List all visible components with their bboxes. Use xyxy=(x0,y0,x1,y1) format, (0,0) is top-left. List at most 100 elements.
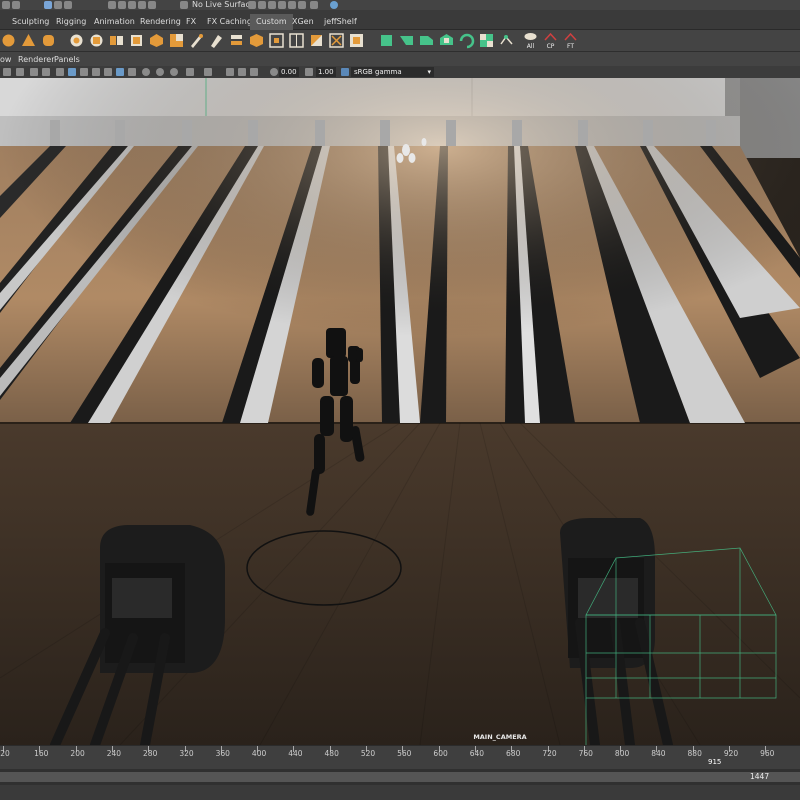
color-management-icon[interactable] xyxy=(341,68,349,76)
stack-shells-icon[interactable] xyxy=(228,32,245,49)
menu-renderer[interactable]: Renderer xyxy=(18,54,55,65)
axis-icon xyxy=(544,32,557,41)
motion-blur-icon[interactable] xyxy=(186,68,194,76)
menu-panels[interactable]: Panels xyxy=(54,54,80,65)
polygon-sphere-icon[interactable] xyxy=(0,32,17,49)
resolution-gate-icon[interactable] xyxy=(68,68,76,76)
paint-brush-icon[interactable] xyxy=(188,32,205,49)
wireframe-icon[interactable] xyxy=(116,68,124,76)
ambient-occlusion-icon[interactable] xyxy=(170,68,178,76)
light-all-button[interactable]: All xyxy=(522,32,539,50)
color-space-label: sRGB gamma xyxy=(354,68,402,76)
anti-alias-icon[interactable] xyxy=(204,68,212,76)
tab-sculpting[interactable]: Sculpting xyxy=(6,14,55,30)
ipr-icon[interactable] xyxy=(268,1,276,9)
light-cp-button[interactable]: CP xyxy=(542,32,559,50)
tab-rendering[interactable]: Rendering xyxy=(134,14,187,30)
color-space-dropdown[interactable]: sRGB gamma ▾ xyxy=(351,67,434,77)
camera-attributes-icon[interactable] xyxy=(3,68,11,76)
render-settings-icon[interactable] xyxy=(278,1,286,9)
camera-up-icon[interactable] xyxy=(418,32,435,49)
isolate-icon[interactable] xyxy=(226,68,234,76)
uv-layout-grid-icon[interactable] xyxy=(348,32,365,49)
grid-icon[interactable] xyxy=(42,68,50,76)
uv-grid-icon[interactable] xyxy=(168,32,185,49)
viewport-panel[interactable] xyxy=(0,78,800,745)
paint-select-icon[interactable] xyxy=(64,1,72,9)
shadows-icon[interactable] xyxy=(156,68,164,76)
selection-mask-icon[interactable] xyxy=(12,1,20,9)
timeline-tick-label: 200 xyxy=(70,749,85,758)
camera-tool-icon[interactable] xyxy=(378,32,395,49)
current-frame-indicator[interactable]: 915 xyxy=(708,758,721,766)
polygon-cone-icon[interactable] xyxy=(20,32,37,49)
select-tool-icon[interactable] xyxy=(44,1,52,9)
tab-animation[interactable]: Animation xyxy=(88,14,141,30)
film-gate-icon[interactable] xyxy=(56,68,64,76)
tab-rigging[interactable]: Rigging xyxy=(50,14,92,30)
uv-align-icon[interactable] xyxy=(288,32,305,49)
timeline-tick-label: 20 xyxy=(0,749,10,758)
safe-action-icon[interactable] xyxy=(104,68,112,76)
field-chart-icon[interactable] xyxy=(92,68,100,76)
gamma-icon[interactable] xyxy=(305,68,313,76)
range-end-field[interactable]: 1447 xyxy=(750,772,769,782)
tab-fx[interactable]: FX xyxy=(180,14,202,30)
uv-editor-icon[interactable] xyxy=(88,32,105,49)
range-track[interactable] xyxy=(0,772,800,782)
bookmark-icon[interactable] xyxy=(16,68,24,76)
hypershade-icon[interactable] xyxy=(288,1,296,9)
camera-name-label: MAIN_CAMERA xyxy=(473,733,527,741)
sync-icon[interactable] xyxy=(330,1,338,9)
bowling-scene xyxy=(0,78,800,745)
smooth-tool-icon[interactable] xyxy=(208,32,225,49)
snap-point-icon[interactable] xyxy=(128,1,136,9)
range-slider[interactable]: 1447 xyxy=(0,769,800,800)
script-icon[interactable] xyxy=(310,1,318,9)
snap-surface-icon[interactable] xyxy=(148,1,156,9)
uv-layout-icon[interactable] xyxy=(68,32,85,49)
lasso-icon[interactable] xyxy=(54,1,62,9)
uv-flip-icon[interactable] xyxy=(308,32,325,49)
uv-unfold-icon[interactable] xyxy=(148,32,165,49)
xray-icon[interactable] xyxy=(238,68,246,76)
gamma-field[interactable]: 1.00 xyxy=(316,67,336,77)
polygon-cylinder-icon[interactable] xyxy=(40,32,57,49)
timeline-tick-label: 240 xyxy=(106,749,122,758)
render-view-icon[interactable] xyxy=(298,1,306,9)
make-live-icon[interactable] xyxy=(180,1,188,9)
uv-box-icon[interactable] xyxy=(248,32,265,49)
joint-chain-icon[interactable] xyxy=(498,32,515,49)
smooth-shade-icon[interactable] xyxy=(128,68,136,76)
gate-mask-icon[interactable] xyxy=(80,68,88,76)
light-ft-button[interactable]: FT xyxy=(562,32,579,50)
refresh-icon[interactable] xyxy=(458,32,475,49)
chevron-down-icon: ▾ xyxy=(427,68,431,76)
tab-jeffshelf[interactable]: jeffShelf xyxy=(318,14,363,30)
camera-aim-icon[interactable] xyxy=(398,32,415,49)
snap-view-icon[interactable] xyxy=(138,1,146,9)
exposure-field[interactable]: 0.00 xyxy=(279,67,299,77)
shelf-tab-bar: Sculpting Rigging Animation Rendering FX FX C… xyxy=(0,10,800,30)
checker-icon[interactable] xyxy=(478,32,495,49)
history-icon[interactable] xyxy=(248,1,256,9)
playback-controls xyxy=(0,785,800,800)
uv-cut-icon[interactable] xyxy=(108,32,125,49)
timeline-tick-label: 560 xyxy=(397,749,412,758)
exposure-icon[interactable] xyxy=(270,68,278,76)
select-mode-icon[interactable] xyxy=(2,1,10,9)
image-plane-icon[interactable] xyxy=(30,68,38,76)
snap-grid-icon[interactable] xyxy=(108,1,116,9)
lighting-icon[interactable] xyxy=(142,68,150,76)
key-selected-icon[interactable] xyxy=(438,32,455,49)
uv-sew-icon[interactable] xyxy=(128,32,145,49)
uv-normalize-icon[interactable] xyxy=(328,32,345,49)
xray-joints-icon[interactable] xyxy=(250,68,258,76)
snap-curve-icon[interactable] xyxy=(118,1,126,9)
uv-frame-icon[interactable] xyxy=(268,32,285,49)
render-frame-icon[interactable] xyxy=(258,1,266,9)
tab-xgen[interactable]: XGen xyxy=(286,14,320,30)
timeline-tick-label: 600 xyxy=(433,749,448,758)
time-slider[interactable]: 20 160 200 240 280 320 360 400 440 480 520 560 600 64… xyxy=(0,745,800,769)
menu-show[interactable]: ow xyxy=(0,54,11,65)
